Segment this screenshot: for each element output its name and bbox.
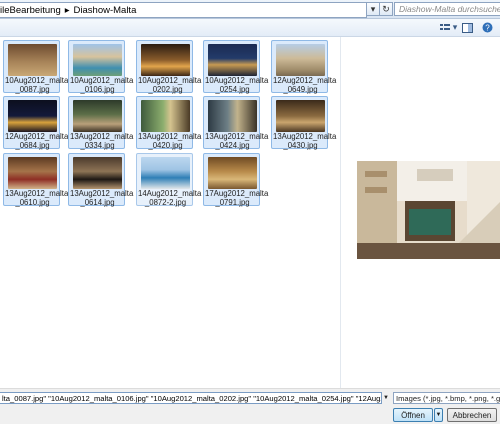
file-item[interactable]: 13Aug2012_malta _0424.jpg (203, 96, 269, 150)
thumbnail (73, 157, 122, 189)
search-input[interactable]: Diashow-Malta durchsuchen (394, 2, 500, 16)
thumbnail (208, 44, 257, 76)
file-name: 13Aug2012_malta _0420.jpg (138, 132, 202, 150)
preview-pane-icon[interactable] (462, 22, 473, 33)
file-item[interactable]: 12Aug2012_malta _0684.jpg (3, 96, 69, 150)
view-icon[interactable] (440, 22, 450, 33)
thumbnail (276, 44, 325, 76)
chevron-down-icon[interactable]: ▾ (452, 22, 458, 33)
breadcrumb-item-current[interactable]: Diashow-Malta (74, 5, 137, 16)
address-dropdown-button[interactable]: ▾ (366, 2, 380, 16)
thumbnail (141, 44, 190, 76)
open-button[interactable]: Öffnen (393, 408, 433, 422)
file-name: 10Aug2012_malta _0254.jpg (205, 76, 269, 94)
cancel-button-label: Abbrechen (452, 410, 492, 420)
open-button-label: Öffnen (401, 410, 425, 420)
thumbnail (73, 44, 122, 76)
preview-pane (340, 37, 500, 388)
open-dropdown-button[interactable]: ▼ (434, 408, 443, 422)
file-name: 10Aug2012_malta _0202.jpg (138, 76, 202, 94)
file-item[interactable]: 17Aug2012_malta _0791.jpg (203, 153, 269, 207)
file-name: 13Aug2012_malta _0424.jpg (205, 132, 269, 150)
thumbnail (208, 100, 257, 132)
filename-value: lta_0087.jpg" "10Aug2012_malta_0106.jpg"… (2, 394, 381, 403)
file-item[interactable]: 14Aug2012_malta _0872-2.jpg (136, 153, 202, 207)
file-item[interactable]: 13Aug2012_malta _0610.jpg (3, 153, 69, 207)
refresh-icon: ↻ (382, 3, 390, 14)
address-bar: ileBearbeitung ▸ Diashow-Malta ▾ ↻ Diash… (0, 0, 500, 19)
file-item[interactable]: 13Aug2012_malta _0430.jpg (271, 96, 337, 150)
file-name: 17Aug2012_malta _0791.jpg (205, 189, 269, 207)
file-name: 14Aug2012_malta _0872-2.jpg (138, 189, 202, 207)
toolbar: ▾ ? (0, 19, 500, 37)
breadcrumb[interactable]: ileBearbeitung ▸ Diashow-Malta (0, 2, 367, 18)
file-item[interactable]: 10Aug2012_malta _0106.jpg (68, 40, 134, 94)
breadcrumb-separator-icon[interactable]: ▸ (65, 5, 70, 16)
file-name: 13Aug2012_malta _0610.jpg (5, 189, 69, 207)
preview-image (357, 161, 500, 259)
filetype-value: Images (*.jpg, *.bmp, *.png, *.g (396, 394, 500, 403)
file-item[interactable]: 10Aug2012_malta _0087.jpg (3, 40, 69, 94)
refresh-button[interactable]: ↻ (379, 2, 393, 16)
chevron-down-icon[interactable]: ▼ (382, 393, 390, 403)
file-name: 10Aug2012_malta _0087.jpg (5, 76, 69, 94)
file-list[interactable]: 10Aug2012_malta _0087.jpg 10Aug2012_malta… (0, 37, 340, 388)
chevron-down-icon: ▼ (435, 412, 442, 418)
help-icon[interactable]: ? (482, 22, 493, 33)
filetype-select[interactable]: Images (*.jpg, *.bmp, *.png, *.g (393, 392, 500, 404)
chevron-down-icon: ▾ (370, 3, 376, 14)
file-name: 13Aug2012_malta _0430.jpg (273, 132, 337, 150)
file-name: 12Aug2012_malta _0684.jpg (5, 132, 69, 150)
thumbnail (73, 100, 122, 132)
dialog-footer: lta_0087.jpg" "10Aug2012_malta_0106.jpg"… (0, 388, 500, 424)
thumbnail (8, 100, 57, 132)
file-name: 12Aug2012_malta _0649.jpg (273, 76, 337, 94)
file-item[interactable]: 10Aug2012_malta _0254.jpg (203, 40, 269, 94)
svg-text:?: ? (485, 24, 490, 33)
thumbnail (276, 100, 325, 132)
thumbnail (141, 100, 190, 132)
file-name: 13Aug2012_malta _0614.jpg (70, 189, 134, 207)
file-item[interactable]: 13Aug2012_malta _0334.jpg (68, 96, 134, 150)
file-item[interactable]: 10Aug2012_malta _0202.jpg (136, 40, 202, 94)
file-item[interactable]: 12Aug2012_malta _0649.jpg (271, 40, 337, 94)
thumbnail (8, 44, 57, 76)
thumbnail (208, 157, 257, 189)
file-item[interactable]: 13Aug2012_malta _0420.jpg (136, 96, 202, 150)
file-name: 13Aug2012_malta _0334.jpg (70, 132, 134, 150)
cancel-button[interactable]: Abbrechen (447, 408, 497, 422)
search-placeholder: Diashow-Malta durchsuchen (399, 4, 500, 14)
breadcrumb-item-parent[interactable]: ileBearbeitung (0, 5, 61, 16)
file-name: 10Aug2012_malta _0106.jpg (70, 76, 134, 94)
thumbnail (8, 157, 57, 189)
file-item[interactable]: 13Aug2012_malta _0614.jpg (68, 153, 134, 207)
thumbnail (141, 157, 190, 189)
filename-input[interactable]: lta_0087.jpg" "10Aug2012_malta_0106.jpg"… (0, 392, 382, 404)
